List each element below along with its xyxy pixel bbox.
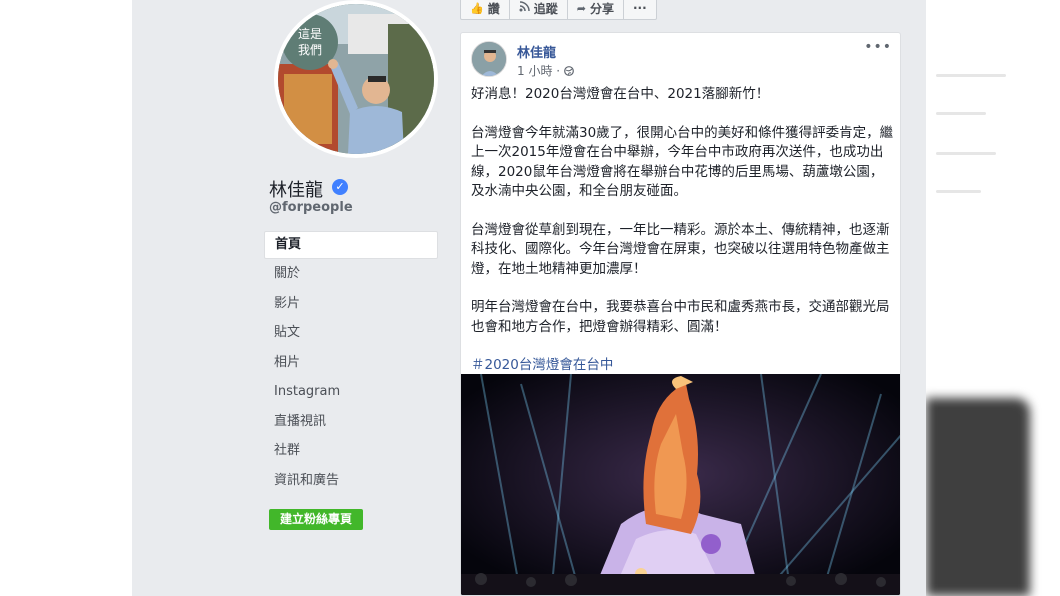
facebook-page: 這是 我們 林佳龍 ✓ @forpeople 首頁 關於 影片 貼文 相片 In…: [132, 0, 926, 596]
post-author-avatar[interactable]: [471, 41, 507, 77]
follow-button[interactable]: 追蹤: [509, 0, 568, 20]
more-options-button[interactable]: ···: [623, 0, 657, 20]
page-handle[interactable]: @forpeople: [269, 200, 353, 215]
verified-badge-icon: ✓: [332, 179, 348, 195]
nav-item-info-and-ads[interactable]: 資訊和廣告: [264, 466, 438, 496]
blurred-text-line: [936, 190, 981, 193]
follow-label: 追蹤: [533, 1, 558, 16]
like-label: 讚: [487, 1, 500, 16]
page-navigation: 首頁 關於 影片 貼文 相片 Instagram 直播視訊 社群 資訊和廣告: [264, 231, 438, 495]
like-button[interactable]: 👍 讚: [460, 0, 510, 20]
nav-item-posts[interactable]: 貼文: [264, 318, 438, 348]
blurred-text-line: [936, 74, 1006, 77]
blurred-text-line: [936, 152, 996, 155]
post-options-icon[interactable]: •••: [864, 39, 892, 55]
adjacent-blurred-content: [926, 0, 1060, 596]
nav-item-videos[interactable]: 影片: [264, 289, 438, 319]
blurred-text-line: [936, 112, 986, 115]
share-arrow-icon: ➦: [576, 1, 586, 15]
post-timestamp[interactable]: 1 小時 ·: [517, 62, 574, 79]
post-author-name[interactable]: 林佳龍: [517, 42, 556, 61]
svg-text:我們: 我們: [298, 43, 322, 57]
create-page-button[interactable]: 建立粉絲專頁: [269, 509, 363, 530]
nav-item-about[interactable]: 關於: [264, 259, 438, 289]
nav-item-home[interactable]: 首頁: [264, 231, 438, 259]
share-label: 分享: [589, 1, 614, 16]
svg-text:這是: 這是: [298, 26, 322, 41]
profile-picture[interactable]: 這是 我們: [274, 0, 438, 158]
post-paragraph: 好消息！2020台灣燈會在台中、2021落腳新竹！: [471, 86, 770, 102]
post-hashtag[interactable]: ＃2020台灣燈會在台中: [471, 356, 895, 376]
rss-icon: [519, 1, 530, 15]
post-paragraph: 台灣燈會今年就滿30歲了，很開心台中的美好和條件獲得評委肯定，繼上一次2015年…: [471, 124, 894, 200]
post-photo-lantern[interactable]: [461, 374, 900, 595]
nav-item-community[interactable]: 社群: [264, 436, 438, 466]
share-button[interactable]: ➦ 分享: [567, 0, 624, 20]
nav-item-photos[interactable]: 相片: [264, 348, 438, 378]
nav-item-instagram[interactable]: Instagram: [264, 377, 438, 407]
nav-item-live-videos[interactable]: 直播視訊: [264, 407, 438, 437]
post-paragraph: 台灣燈會從草創到現在，一年比一精彩。源於本土、傳統精神，也逐漸科技化、國際化。今…: [471, 221, 890, 277]
post-body: 好消息！2020台灣燈會在台中、2021落腳新竹！ 台灣燈會今年就滿30歲了，很…: [471, 85, 895, 395]
thumbs-up-icon: 👍: [470, 1, 484, 15]
globe-icon: [564, 64, 574, 78]
post-card: 林佳龍 1 小時 · ••• 好消息！2020台灣燈會在台中、2021落腳新竹！…: [460, 32, 901, 596]
post-time: 1 小時 ·: [517, 64, 561, 78]
post-paragraph: 明年台灣燈會在台中，我要恭喜台中市民和盧秀燕市長，交通部觀光局也會和地方合作，把…: [471, 299, 890, 335]
blurred-image: [926, 398, 1030, 596]
page-name[interactable]: 林佳龍: [269, 176, 323, 202]
page-action-bar: 👍 讚 追蹤 ➦ 分享 ···: [460, 0, 657, 20]
